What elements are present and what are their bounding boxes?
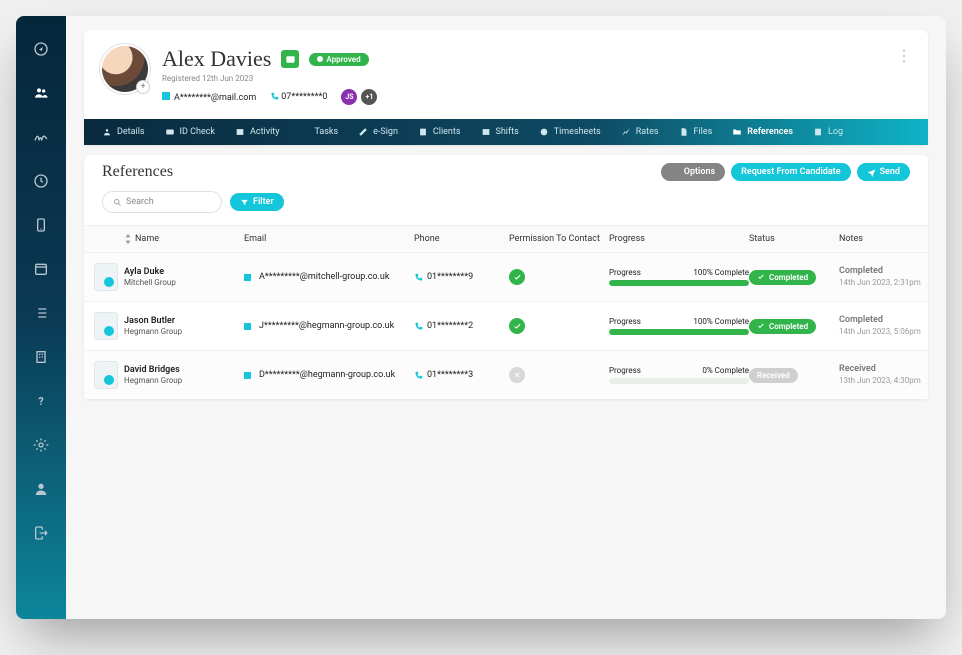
reference-file-icon[interactable] xyxy=(94,312,118,340)
manager-badges[interactable]: JS +1 xyxy=(341,89,377,105)
reference-email[interactable]: J*********@hegmann-group.co.uk xyxy=(244,321,414,331)
logout-icon[interactable] xyxy=(28,520,54,546)
tab-timesheets[interactable]: Timesheets xyxy=(529,119,611,145)
reference-email[interactable]: A*********@mitchell-group.co.uk xyxy=(244,272,414,282)
signature-icon[interactable] xyxy=(28,124,54,150)
col-email[interactable]: Email xyxy=(244,234,414,244)
list-icon[interactable] xyxy=(28,300,54,326)
filter-button[interactable]: Filter xyxy=(230,193,284,211)
permission-no-icon xyxy=(509,367,525,383)
status-pill: Completed xyxy=(749,319,816,334)
search-input[interactable]: Search xyxy=(102,191,222,213)
building-icon[interactable] xyxy=(28,344,54,370)
permission-yes-icon xyxy=(509,318,525,334)
add-avatar-icon[interactable]: + xyxy=(136,80,150,94)
tab-e-sign[interactable]: e-Sign xyxy=(348,119,408,145)
gear-icon[interactable] xyxy=(28,432,54,458)
sort-icon xyxy=(124,234,132,244)
id-badge-icon[interactable] xyxy=(281,50,299,68)
reference-phone[interactable]: 01********9 xyxy=(414,272,509,282)
col-permission[interactable]: Permission To Contact xyxy=(509,234,609,244)
tab-clients[interactable]: Clients xyxy=(408,119,471,145)
status-pill: Received xyxy=(749,368,798,383)
table-row: Ayla DukeMitchell GroupA*********@mitche… xyxy=(84,252,928,301)
reference-org: Hegmann Group xyxy=(124,376,244,385)
help-icon[interactable]: ? xyxy=(28,388,54,414)
svg-text:?: ? xyxy=(38,395,43,408)
reference-phone[interactable]: 01********2 xyxy=(414,321,509,331)
manager-more-badge[interactable]: +1 xyxy=(361,89,377,105)
status-pill: Completed xyxy=(749,270,816,285)
reference-file-icon[interactable] xyxy=(94,361,118,389)
reference-email[interactable]: D*********@hegmann-group.co.uk xyxy=(244,370,414,380)
compass-icon[interactable] xyxy=(28,36,54,62)
request-from-candidate-button[interactable]: Request From Candidate xyxy=(731,163,850,181)
progress-cell: Progress0% Complete xyxy=(609,366,749,384)
profile-card: ⋮ + Alex Davies Approved xyxy=(84,30,928,145)
filter-icon xyxy=(240,198,249,207)
permission-yes-icon xyxy=(509,269,525,285)
progress-cell: Progress100% Complete xyxy=(609,268,749,286)
reference-org: Hegmann Group xyxy=(124,327,244,336)
tab-references[interactable]: References xyxy=(722,119,803,145)
table-header: Name Email Phone Permission To Contact P… xyxy=(84,225,928,252)
profile-phone[interactable]: 07********0 xyxy=(270,92,327,102)
col-progress[interactable]: Progress xyxy=(609,234,749,244)
table-row: David BridgesHegmann GroupD*********@heg… xyxy=(84,350,928,399)
mobile-icon[interactable] xyxy=(28,212,54,238)
tab-activity[interactable]: Activity xyxy=(225,119,289,145)
reference-name: Jason Butler xyxy=(124,316,244,327)
options-button[interactable]: Options xyxy=(661,163,725,181)
reference-file-icon[interactable] xyxy=(94,263,118,291)
progress-cell: Progress100% Complete xyxy=(609,317,749,335)
main-area: ⋮ + Alex Davies Approved xyxy=(66,16,946,619)
tab-id-check[interactable]: ID Check xyxy=(155,119,225,145)
profile-email[interactable]: A********@mail.com xyxy=(162,92,256,103)
tab-log[interactable]: Log xyxy=(803,119,853,145)
search-icon xyxy=(113,198,122,207)
tab-details[interactable]: Details xyxy=(92,119,155,145)
tab-files[interactable]: Files xyxy=(669,119,723,145)
reference-phone[interactable]: 01********3 xyxy=(414,370,509,380)
reference-name: Ayla Duke xyxy=(124,267,244,278)
status-approved-pill: Approved xyxy=(309,53,368,66)
notes-cell: Received13th Jun 2023, 4:30pm xyxy=(839,364,946,386)
reference-org: Mitchell Group xyxy=(124,278,244,287)
references-table: Name Email Phone Permission To Contact P… xyxy=(84,225,928,399)
avatar[interactable]: + xyxy=(102,46,148,92)
card-menu-icon[interactable]: ⋮ xyxy=(896,46,912,65)
tab-shifts[interactable]: Shifts xyxy=(471,119,529,145)
tab-tasks[interactable]: Tasks xyxy=(289,119,348,145)
people-icon[interactable] xyxy=(28,80,54,106)
registered-text: Registered 12th Jun 2023 xyxy=(162,74,377,83)
col-status[interactable]: Status xyxy=(749,234,839,244)
notes-cell: Completed14th Jun 2023, 2:31pm xyxy=(839,266,946,288)
clock-icon[interactable] xyxy=(28,168,54,194)
col-name[interactable]: Name xyxy=(124,234,244,244)
sidebar: ? xyxy=(16,16,66,619)
references-card: References Options Request From Candidat… xyxy=(84,155,928,399)
manager-badge[interactable]: JS xyxy=(341,89,357,105)
section-title: References xyxy=(102,163,173,181)
reference-name: David Bridges xyxy=(124,365,244,376)
profile-tabs: DetailsID CheckActivityTaskse-SignClient… xyxy=(84,119,928,145)
notes-cell: Completed14th Jun 2023, 5:06pm xyxy=(839,315,946,337)
col-phone[interactable]: Phone xyxy=(414,234,509,244)
send-button[interactable]: Send xyxy=(857,163,910,181)
calendar-icon[interactable] xyxy=(28,256,54,282)
table-row: Jason ButlerHegmann GroupJ*********@hegm… xyxy=(84,301,928,350)
user-icon[interactable] xyxy=(28,476,54,502)
profile-name: Alex Davies xyxy=(162,46,271,72)
tab-rates[interactable]: Rates xyxy=(611,119,669,145)
col-notes[interactable]: Notes xyxy=(839,234,946,244)
